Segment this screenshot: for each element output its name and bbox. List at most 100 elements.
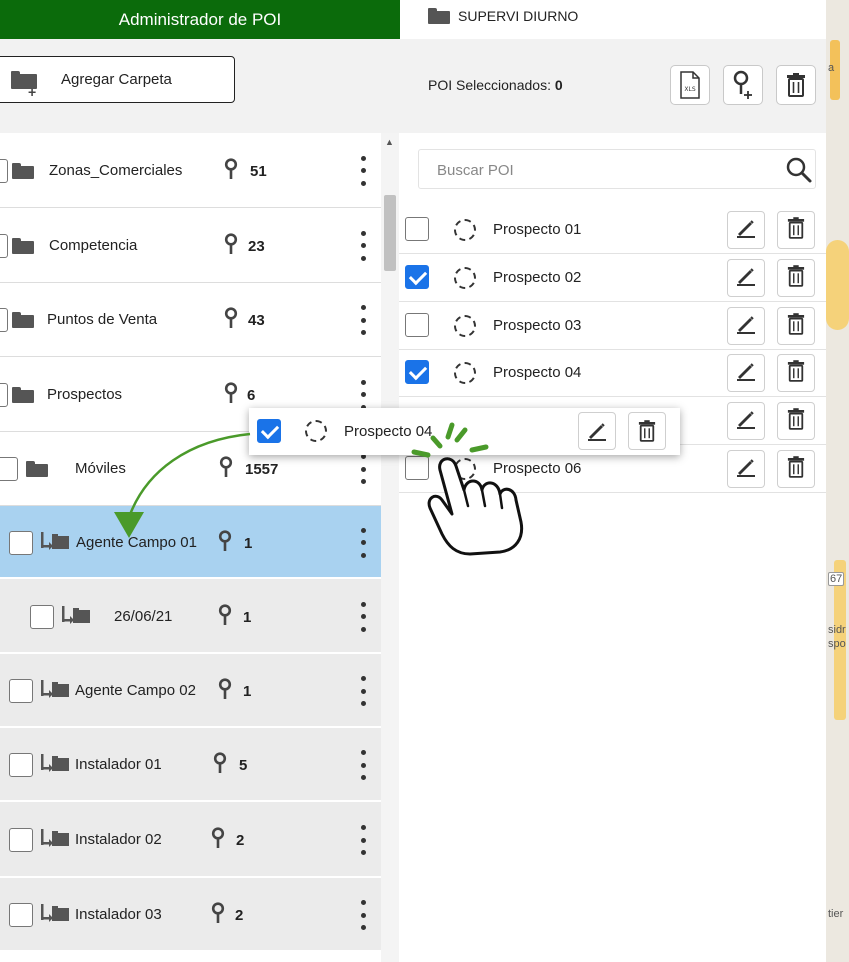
dragged-poi-card[interactable]: Prospecto 04: [249, 408, 680, 455]
more-options-icon[interactable]: [359, 454, 367, 484]
edit-poi-button[interactable]: [727, 402, 765, 440]
shared-folder-icon: [40, 904, 70, 924]
folder-tree[interactable]: Zonas_Comerciales 51 Competencia 23 Puntos d…: [0, 133, 381, 962]
drag-card-checkbox: [257, 419, 281, 443]
folder-checkbox[interactable]: [0, 233, 8, 258]
subfolder-row[interactable]: Instalador 01 5: [0, 728, 381, 802]
folder-checkbox[interactable]: [0, 158, 8, 183]
delete-poi-button[interactable]: [777, 307, 815, 345]
more-options-icon[interactable]: [359, 601, 367, 632]
subfolder-checkbox[interactable]: [9, 530, 33, 555]
poi-name: Prospecto 02: [493, 269, 582, 286]
poi-checkbox[interactable]: [405, 360, 429, 384]
pin-icon: [218, 678, 232, 700]
more-options-icon[interactable]: [359, 825, 367, 855]
subfolder-row[interactable]: Agente Campo 02 1: [0, 654, 381, 728]
top-tabs: Administrador de POI SUPERVI DIURNO: [0, 0, 826, 39]
folder-icon: [12, 237, 34, 254]
more-options-icon[interactable]: [359, 900, 367, 930]
poi-row[interactable]: Prospecto 03: [399, 302, 826, 350]
pencil-icon: [735, 360, 757, 387]
more-options-icon[interactable]: [359, 527, 367, 558]
poi-row[interactable]: Prospecto 01: [399, 206, 826, 254]
pencil-icon: [735, 265, 757, 292]
subfolder-row-drop-target[interactable]: Agente Campo 01 1: [0, 506, 381, 579]
plus-icon: +: [28, 84, 37, 100]
edit-poi-button[interactable]: [727, 259, 765, 297]
delete-poi-button[interactable]: [777, 259, 815, 297]
subfolder-row[interactable]: 26/06/21 1: [0, 579, 381, 654]
folder-row[interactable]: Puntos de Venta 43: [0, 283, 381, 357]
poi-row[interactable]: Prospecto 02: [399, 254, 826, 302]
pencil-icon: [735, 456, 757, 483]
more-options-icon[interactable]: [359, 676, 367, 706]
map-view[interactable]: a 67 sidr spo tier: [826, 0, 849, 962]
folder-poi-count: 6: [247, 386, 256, 404]
scroll-thumb[interactable]: [384, 195, 396, 271]
subfolder-poi-count: 1: [243, 683, 252, 700]
tab-poi-admin[interactable]: Administrador de POI: [0, 0, 400, 39]
poi-checkbox[interactable]: [405, 265, 429, 289]
subfolder-name: Instalador 01: [75, 756, 162, 773]
folder-name: Zonas_Comerciales: [49, 161, 183, 179]
map-label: spo: [828, 638, 846, 650]
more-options-icon[interactable]: [359, 379, 367, 410]
poi-checkbox[interactable]: [405, 217, 429, 241]
search-poi-box[interactable]: Buscar POI: [418, 149, 816, 189]
map-label: a: [828, 62, 835, 74]
delete-selected-button[interactable]: [776, 65, 816, 105]
folder-name: Puntos de Venta: [47, 311, 158, 328]
poi-checkbox[interactable]: [405, 313, 429, 337]
subfolder-checkbox[interactable]: [30, 604, 54, 629]
folder-icon: [26, 461, 48, 477]
add-poi-button[interactable]: [723, 65, 763, 105]
folder-row[interactable]: Competencia 23: [0, 208, 381, 283]
edit-poi-button[interactable]: [727, 354, 765, 392]
delete-poi-button[interactable]: [777, 354, 815, 392]
scroll-up-arrow-icon[interactable]: ▲: [385, 137, 394, 147]
folder-tree-scrollbar[interactable]: ▲: [381, 133, 399, 962]
shared-folder-icon: [40, 680, 70, 700]
edit-poi-button[interactable]: [727, 450, 765, 488]
folder-checkbox[interactable]: [0, 308, 8, 332]
pin-icon: [224, 157, 238, 180]
folder-row[interactable]: Zonas_Comerciales 51: [0, 133, 381, 208]
pin-icon: [224, 232, 238, 255]
more-options-icon[interactable]: [359, 750, 367, 780]
more-options-icon[interactable]: [359, 305, 367, 335]
subfolder-checkbox[interactable]: [9, 828, 33, 852]
pin-icon: [211, 827, 225, 849]
search-icon[interactable]: [785, 156, 813, 184]
selected-count-label: POI Seleccionados:: [428, 77, 551, 93]
folder-checkbox[interactable]: [0, 457, 18, 481]
subfolder-checkbox[interactable]: [9, 903, 33, 927]
subfolder-checkbox[interactable]: [9, 753, 33, 777]
subfolder-name: Agente Campo 01: [76, 533, 197, 551]
delete-poi-button[interactable]: [777, 450, 815, 488]
delete-poi-button[interactable]: [777, 211, 815, 249]
export-xls-button[interactable]: XLS: [670, 65, 710, 105]
poi-row[interactable]: Prospecto 04: [399, 349, 826, 397]
folder-icon: [12, 312, 34, 328]
pencil-icon: [735, 217, 757, 244]
poi-admin-app: a 67 sidr spo tier Administrador de POI …: [0, 0, 849, 962]
trash-icon: [638, 420, 656, 442]
trash-icon: [787, 455, 805, 483]
add-folder-button[interactable]: + Agregar Carpeta: [0, 56, 235, 103]
more-options-icon[interactable]: [359, 230, 367, 261]
poi-checkbox[interactable]: [405, 456, 429, 480]
delete-poi-button[interactable]: [777, 402, 815, 440]
toolbar: + Agregar Carpeta POI Seleccionados: 0 X…: [0, 39, 826, 133]
subfolder-row[interactable]: Instalador 03 2: [0, 878, 381, 952]
folder-poi-count: 51: [250, 162, 267, 180]
more-options-icon[interactable]: [359, 155, 367, 186]
subfolder-row[interactable]: Instalador 02 2: [0, 802, 381, 878]
edit-poi-button[interactable]: [727, 307, 765, 345]
circle-area-icon: [454, 219, 476, 241]
tab-supervi-diurno[interactable]: SUPERVI DIURNO: [428, 0, 578, 32]
search-input[interactable]: Buscar POI: [437, 162, 514, 179]
edit-poi-button[interactable]: [727, 211, 765, 249]
subfolder-checkbox[interactable]: [9, 679, 33, 703]
trash-icon: [787, 216, 805, 244]
folder-checkbox[interactable]: [0, 382, 8, 407]
